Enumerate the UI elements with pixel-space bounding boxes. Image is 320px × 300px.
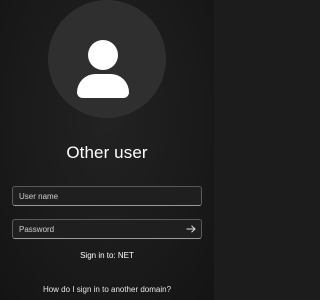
arrow-right-icon	[186, 225, 196, 233]
lock-screen: Other user Sign in to: NET How do I sign…	[0, 0, 214, 300]
sign-in-help-link[interactable]: How do I sign in to another domain?	[0, 285, 214, 294]
username-field-container	[12, 186, 202, 206]
submit-button[interactable]	[183, 221, 199, 237]
signin-target-text: Sign in to: NET	[80, 251, 134, 260]
user-avatar	[48, 0, 166, 118]
password-field-container	[12, 219, 202, 239]
avatar-head-icon	[88, 40, 118, 70]
user-display-name: Other user	[66, 143, 148, 162]
avatar-body-icon	[77, 74, 129, 98]
password-input[interactable]	[13, 220, 201, 238]
username-input[interactable]	[13, 187, 201, 205]
